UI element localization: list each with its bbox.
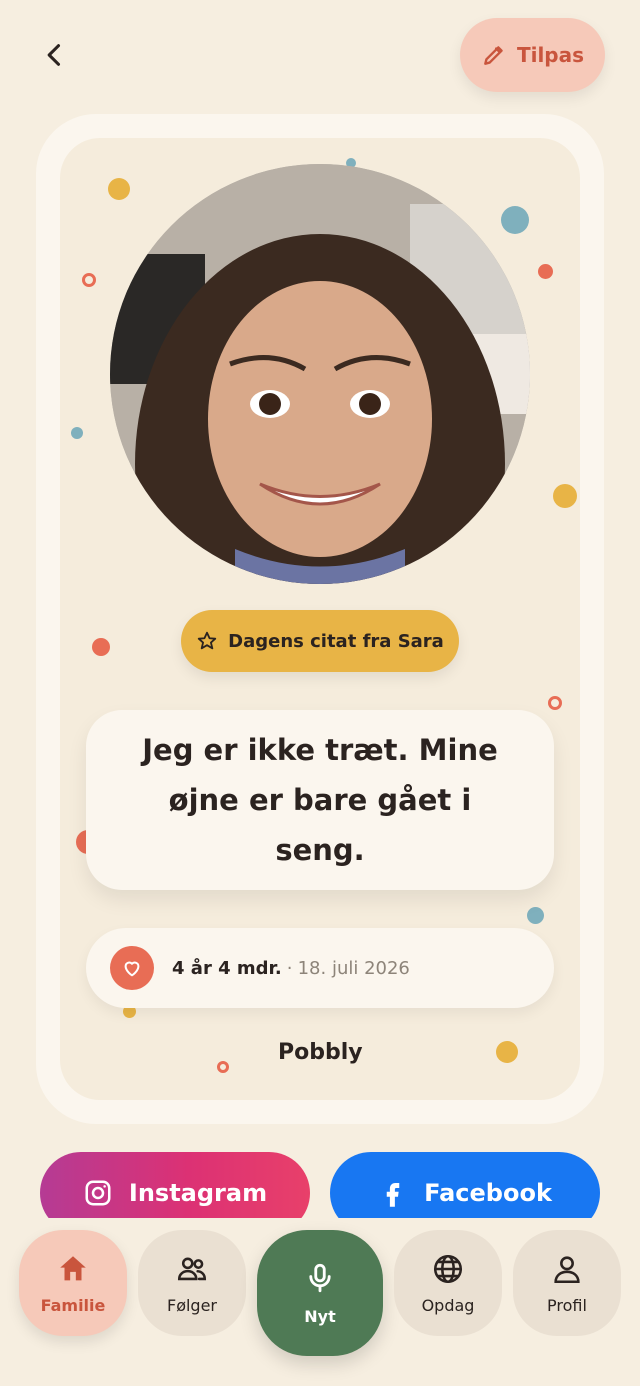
instagram-label: Instagram (128, 1179, 268, 1207)
confetti-ring (217, 1061, 229, 1073)
nav-label: Familie (40, 1295, 106, 1315)
confetti-dot (501, 206, 529, 234)
microphone-icon (309, 1263, 331, 1292)
child-photo (110, 164, 530, 584)
nav-label: Opdag (421, 1295, 475, 1315)
chevron-left-icon (47, 44, 61, 66)
nav-label: Nyt (304, 1306, 336, 1326)
nav-item-profil[interactable]: Profil (513, 1230, 621, 1336)
nav-item-opdag[interactable]: Opdag (394, 1230, 502, 1336)
daily-quote-label: Dagens citat fra Sara (228, 630, 444, 652)
child-age: 4 år 4 mdr. (172, 957, 282, 979)
heart-icon (124, 961, 140, 977)
facebook-label: Facebook (424, 1179, 552, 1207)
meta-separator: · (286, 957, 293, 979)
pencil-icon (484, 46, 503, 65)
edit-label: Tilpas (516, 43, 585, 67)
nav-item-nyt[interactable]: Nyt (257, 1230, 383, 1356)
back-button[interactable] (30, 30, 80, 80)
nav-item-familie[interactable]: Familie (19, 1230, 127, 1336)
edit-button[interactable]: Tilpas (460, 18, 605, 92)
confetti-dot (553, 484, 577, 508)
confetti-dot (92, 638, 110, 656)
home-icon (60, 1255, 86, 1280)
instagram-icon (85, 1180, 111, 1206)
confetti-dot (496, 1041, 518, 1063)
confetti-dot (71, 427, 83, 439)
daily-quote-badge: Dagens citat fra Sara (181, 610, 459, 672)
confetti-dot (108, 178, 130, 200)
users-icon (177, 1257, 207, 1280)
star-icon (197, 631, 217, 650)
user-icon (554, 1255, 580, 1283)
facebook-icon (386, 1183, 400, 1207)
quote-text: Jeg er ikke træt. Mine øjne er bare gået… (142, 733, 498, 867)
confetti-ring (82, 273, 96, 287)
quote-meta: 4 år 4 mdr. · 18. juli 2026 (86, 928, 554, 1008)
nav-item-folger[interactable]: Følger (138, 1230, 246, 1336)
globe-icon (433, 1254, 463, 1283)
quote-date: 18. juli 2026 (297, 957, 410, 979)
brand-logo: Pobbly (278, 1039, 363, 1065)
nav-label: Følger (166, 1295, 217, 1315)
confetti-dot (527, 907, 544, 924)
like-button[interactable] (110, 946, 154, 990)
confetti-dot (538, 264, 553, 279)
confetti-ring (548, 696, 562, 710)
nav-label: Profil (547, 1295, 587, 1315)
quote-box: Jeg er ikke træt. Mine øjne er bare gået… (86, 710, 554, 890)
